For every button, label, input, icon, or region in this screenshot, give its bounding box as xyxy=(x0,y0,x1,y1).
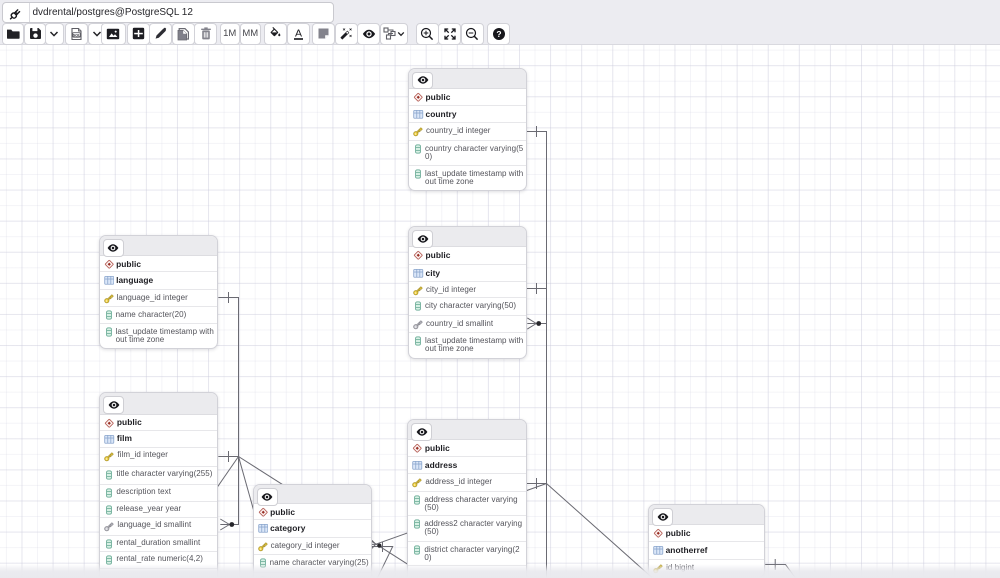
svg-text:?: ? xyxy=(496,29,501,39)
svg-text:SQL: SQL xyxy=(73,33,81,37)
svg-text:A: A xyxy=(294,27,301,39)
